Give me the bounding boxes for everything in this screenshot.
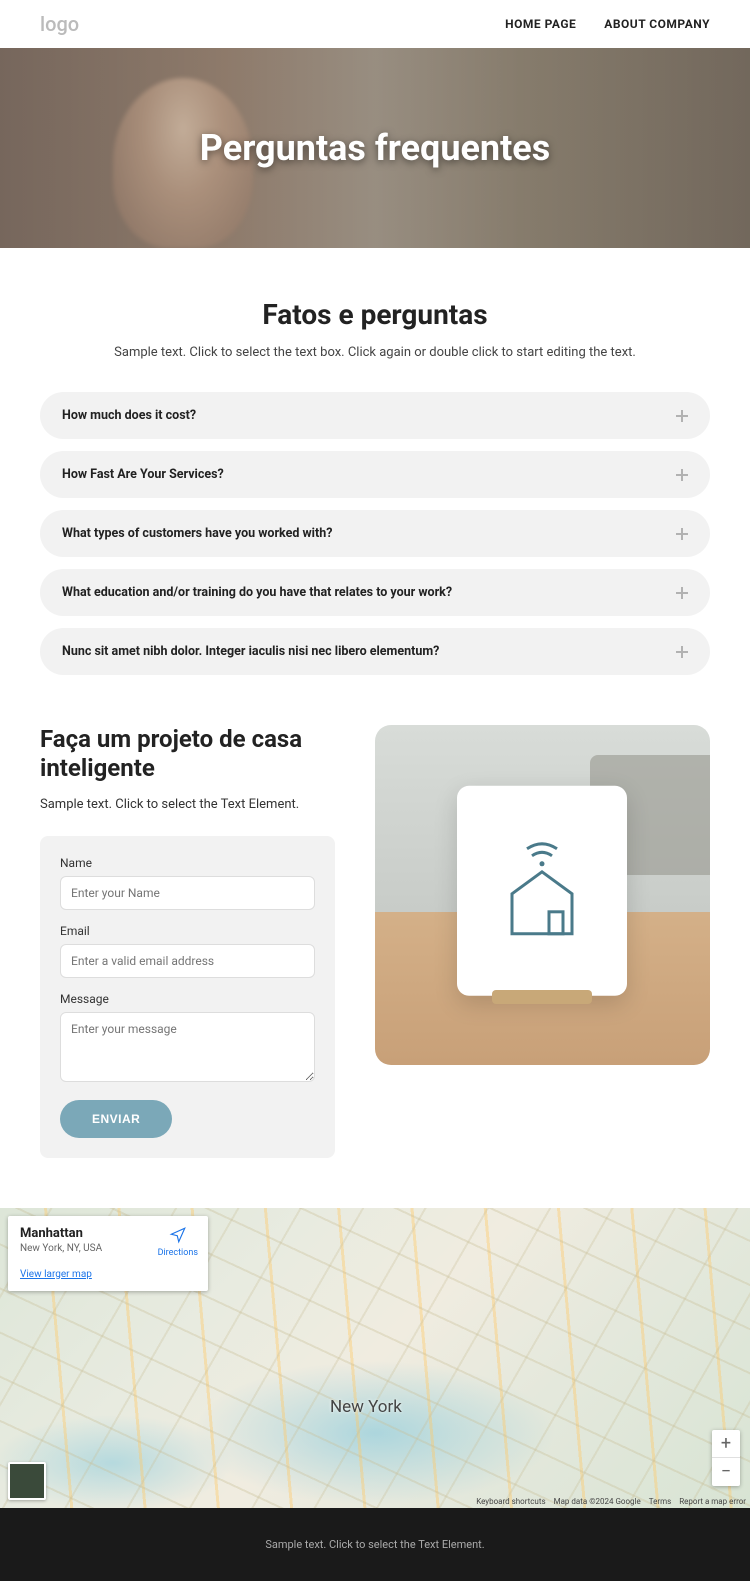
accordion-label: What types of customers have you worked … <box>62 526 332 541</box>
map-type-thumbnail[interactable] <box>8 1462 46 1500</box>
map-footer-item[interactable]: Terms <box>649 1497 671 1506</box>
plus-icon <box>676 528 688 540</box>
tablet-stand <box>492 990 592 1004</box>
accordion-label: How Fast Are Your Services? <box>62 467 224 482</box>
view-larger-map-link[interactable]: View larger map <box>20 1269 92 1280</box>
plus-icon <box>676 587 688 599</box>
house-wifi-icon <box>497 834 587 948</box>
main-nav: HOME PAGE ABOUT COMPANY <box>505 17 710 31</box>
map-container[interactable]: New York Manhattan New York, NY, USA Dir… <box>0 1208 750 1508</box>
hero-banner: Perguntas frequentes <box>0 48 750 248</box>
email-label: Email <box>60 924 315 938</box>
message-input[interactable] <box>60 1012 315 1082</box>
accordion-item[interactable]: How Fast Are Your Services? <box>40 451 710 498</box>
map-footer-item[interactable]: Report a map error <box>679 1497 746 1506</box>
logo[interactable]: logo <box>40 12 79 36</box>
directions-button[interactable]: Directions <box>158 1226 198 1258</box>
contact-section: Faça um projeto de casa inteligente Samp… <box>0 725 750 1208</box>
plus-icon <box>676 410 688 422</box>
message-label: Message <box>60 992 315 1006</box>
map-footer-item[interactable]: Keyboard shortcuts <box>476 1497 545 1506</box>
footer-text: Sample text. Click to select the Text El… <box>30 1538 720 1551</box>
accordion-item[interactable]: How much does it cost? <box>40 392 710 439</box>
hero-title: Perguntas frequentes <box>200 127 550 169</box>
map-city-label: New York <box>330 1397 402 1417</box>
contact-form: Name Email Message ENVIAR <box>40 836 335 1158</box>
accordion-label: Nunc sit amet nibh dolor. Integer iaculi… <box>62 644 439 659</box>
accordion-item[interactable]: What education and/or training do you ha… <box>40 569 710 616</box>
submit-button[interactable]: ENVIAR <box>60 1100 172 1138</box>
email-input[interactable] <box>60 944 315 978</box>
accordion: How much does it cost? How Fast Are Your… <box>40 392 710 675</box>
nav-home[interactable]: HOME PAGE <box>505 17 576 31</box>
faq-subtext: Sample text. Click to select the text bo… <box>40 345 710 360</box>
faq-section: Fatos e perguntas Sample text. Click to … <box>0 248 750 725</box>
zoom-controls: + − <box>712 1430 740 1486</box>
accordion-label: How much does it cost? <box>62 408 196 423</box>
nav-about[interactable]: ABOUT COMPANY <box>604 17 710 31</box>
tablet-device <box>457 786 627 996</box>
faq-heading: Fatos e perguntas <box>40 298 710 331</box>
header: logo HOME PAGE ABOUT COMPANY <box>0 0 750 48</box>
plus-icon <box>676 646 688 658</box>
contact-right <box>375 725 710 1158</box>
name-input[interactable] <box>60 876 315 910</box>
map-attribution: Keyboard shortcuts Map data ©2024 Google… <box>476 1497 746 1506</box>
directions-label: Directions <box>158 1248 198 1258</box>
plus-icon <box>676 469 688 481</box>
page-footer: Sample text. Click to select the Text El… <box>0 1508 750 1581</box>
contact-heading: Faça um projeto de casa inteligente <box>40 725 335 783</box>
map-info-card: Manhattan New York, NY, USA Directions V… <box>8 1216 208 1291</box>
name-label: Name <box>60 856 315 870</box>
accordion-label: What education and/or training do you ha… <box>62 585 452 600</box>
accordion-item[interactable]: Nunc sit amet nibh dolor. Integer iaculi… <box>40 628 710 675</box>
accordion-item[interactable]: What types of customers have you worked … <box>40 510 710 557</box>
zoom-out-button[interactable]: − <box>712 1458 740 1486</box>
contact-desc: Sample text. Click to select the Text El… <box>40 797 335 812</box>
smart-home-image <box>375 725 710 1065</box>
map-footer-item: Map data ©2024 Google <box>554 1497 641 1506</box>
contact-left: Faça um projeto de casa inteligente Samp… <box>40 725 335 1158</box>
zoom-in-button[interactable]: + <box>712 1430 740 1458</box>
